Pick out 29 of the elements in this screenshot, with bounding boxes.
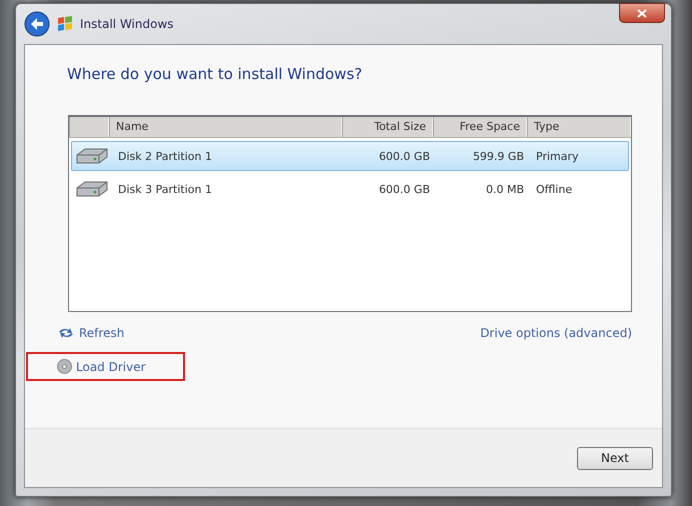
close-icon bbox=[637, 8, 647, 18]
column-header[interactable]: Free Space bbox=[433, 117, 527, 137]
windows-logo-icon bbox=[56, 16, 74, 32]
column-header bbox=[69, 117, 109, 137]
load-driver-link[interactable]: Load Driver bbox=[28, 354, 183, 379]
drive-options-link[interactable]: Drive options (advanced) bbox=[480, 324, 632, 342]
column-header[interactable]: Total Size bbox=[342, 117, 433, 137]
hard-drive-icon bbox=[75, 147, 109, 165]
next-button[interactable]: Next bbox=[577, 446, 653, 470]
partition-row[interactable]: Disk 2 Partition 1 600.0 GB 599.9 GB Primary bbox=[71, 141, 629, 171]
column-header[interactable]: Name bbox=[109, 117, 342, 137]
column-header[interactable]: Type bbox=[527, 117, 631, 137]
table-cell-text: Disk 3 Partition 1 bbox=[117, 182, 213, 196]
refresh-link[interactable]: Refresh bbox=[57, 324, 124, 342]
window-title: Install Windows bbox=[80, 17, 174, 31]
table-cell-text: Primary bbox=[535, 150, 580, 162]
hard-drive-icon bbox=[75, 180, 109, 198]
close-button[interactable] bbox=[619, 3, 665, 23]
disc-icon bbox=[57, 359, 72, 374]
table-cell-text: 599.9 GB bbox=[472, 150, 525, 162]
page-heading: Where do you want to install Windows? bbox=[67, 65, 364, 83]
table-cell-text: Disk 2 Partition 1 bbox=[117, 150, 213, 162]
table-cell-text: 600.0 GB bbox=[378, 150, 431, 162]
refresh-icon bbox=[57, 326, 75, 340]
table-cell-text: Offline bbox=[535, 182, 574, 196]
table-cell-text: 600.0 GB bbox=[378, 182, 431, 196]
back-icon[interactable] bbox=[24, 11, 50, 37]
table-cell-text: 0.0 MB bbox=[484, 182, 525, 196]
partition-row[interactable]: Disk 3 Partition 1 600.0 GB 0.0 MB Offline bbox=[71, 174, 629, 204]
